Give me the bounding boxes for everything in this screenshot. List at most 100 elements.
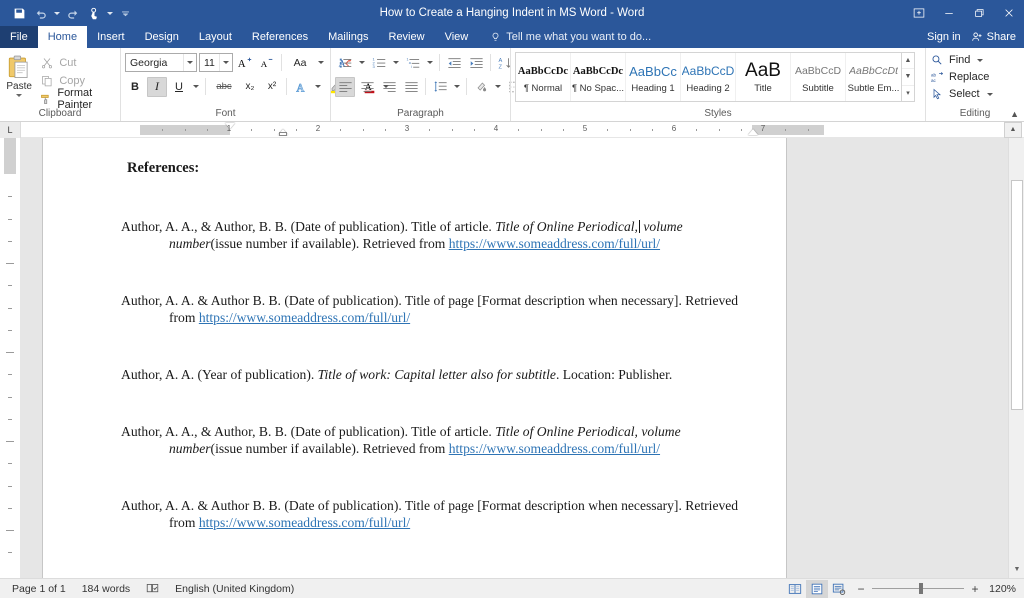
line-spacing-dropdown-icon[interactable] (452, 77, 462, 97)
ref5-link[interactable]: https://www.someaddress.com/full/url/ (199, 515, 410, 530)
word-count[interactable]: 184 words (74, 579, 138, 599)
scroll-down-arrow[interactable]: ▼ (1009, 561, 1024, 578)
page-indicator[interactable]: Page 1 of 1 (4, 579, 74, 599)
superscript-button[interactable]: x² (262, 77, 282, 97)
shading-dropdown-icon[interactable] (493, 77, 503, 97)
tab-home[interactable]: Home (37, 26, 88, 48)
style-normal[interactable]: AaBbCcDc ¶ Normal (516, 53, 571, 101)
tab-mailings[interactable]: Mailings (318, 26, 378, 48)
align-center-button[interactable] (357, 77, 377, 97)
vertical-scrollbar[interactable]: ▼ (1008, 138, 1024, 578)
text-effects-button[interactable]: A (291, 77, 311, 97)
text-effects-dropdown-icon[interactable] (313, 77, 323, 97)
customize-qat-icon[interactable] (114, 2, 136, 24)
scroll-up-arrow-top[interactable]: ▲ (1004, 121, 1022, 138)
select-button[interactable]: Select (930, 86, 995, 102)
tab-file[interactable]: File (0, 26, 38, 48)
format-painter-button[interactable]: Format Painter (36, 87, 116, 111)
undo-dropdown-icon[interactable] (52, 2, 61, 24)
strikethrough-button[interactable]: abc (210, 77, 238, 97)
share-button[interactable]: Share (971, 31, 1016, 43)
multilevel-list-dropdown-icon[interactable] (425, 53, 435, 73)
reference-entry-5[interactable]: Author, A. A. & Author B. B. (Date of pu… (121, 497, 742, 531)
style-title[interactable]: AaB Title (736, 53, 791, 101)
font-name-combo[interactable]: Georgia (125, 53, 197, 72)
align-right-button[interactable] (379, 77, 399, 97)
change-case-dropdown-icon[interactable] (316, 53, 326, 73)
find-dropdown-icon[interactable] (975, 53, 985, 67)
tab-design[interactable]: Design (135, 26, 189, 48)
vertical-scrollbar-thumb[interactable] (1011, 180, 1023, 410)
restore-button[interactable] (964, 0, 994, 26)
ref4-link[interactable]: https://www.someaddress.com/full/url/ (449, 441, 660, 456)
touch-mode-dropdown-icon[interactable] (105, 2, 114, 24)
style-heading-2[interactable]: AaBbCcD Heading 2 (681, 53, 736, 101)
reference-entry-4[interactable]: Author, A. A., & Author, B. B. (Date of … (121, 423, 742, 457)
tab-insert[interactable]: Insert (87, 26, 135, 48)
zoom-control[interactable]: − + (850, 582, 986, 596)
align-left-button[interactable] (335, 76, 355, 97)
save-icon[interactable] (8, 2, 30, 24)
zoom-level[interactable]: 120% (986, 583, 1020, 595)
zoom-out-button[interactable]: − (856, 582, 866, 596)
document-body[interactable]: References: Author, A. A., & Author, B. … (43, 138, 786, 531)
increase-indent-button[interactable] (466, 53, 486, 73)
bold-button[interactable]: B (125, 77, 145, 97)
numbering-button[interactable]: 123 (369, 53, 389, 73)
document-page[interactable]: References: Author, A. A., & Author, B. … (42, 138, 787, 578)
styles-more-icon[interactable]: ▾ (902, 86, 914, 101)
reference-entry-1[interactable]: Author, A. A., & Author, B. B. (Date of … (121, 218, 742, 252)
redo-icon[interactable] (61, 2, 83, 24)
italic-button[interactable]: I (147, 76, 167, 97)
ribbon-display-options-icon[interactable] (904, 0, 934, 26)
horizontal-ruler[interactable]: 1 2 3 4 5 6 7 (140, 123, 1004, 136)
right-indent-marker[interactable] (748, 129, 758, 135)
shrink-font-button[interactable]: A (257, 53, 277, 73)
collapse-ribbon-button[interactable]: ▲ (1010, 109, 1019, 119)
ref2-link[interactable]: https://www.someaddress.com/full/url/ (199, 310, 410, 325)
ref1-link[interactable]: https://www.someaddress.com/full/url/ (449, 236, 660, 251)
document-canvas[interactable]: References: Author, A. A., & Author, B. … (21, 138, 1008, 578)
justify-button[interactable] (401, 77, 421, 97)
cut-button[interactable]: Cut (36, 55, 116, 71)
change-case-button[interactable]: Aa (286, 53, 314, 73)
multilevel-list-button[interactable]: 1ai (403, 53, 423, 73)
proofing-status[interactable] (138, 579, 167, 599)
find-button[interactable]: Find (930, 52, 985, 68)
grow-font-button[interactable]: A (235, 53, 255, 73)
zoom-slider-track[interactable] (872, 583, 964, 594)
line-spacing-button[interactable] (430, 77, 450, 97)
font-size-dropdown-icon[interactable] (219, 54, 232, 71)
reference-entry-2[interactable]: Author, A. A. & Author B. B. (Date of pu… (121, 292, 742, 326)
undo-icon[interactable] (30, 2, 52, 24)
zoom-slider-thumb[interactable] (919, 583, 923, 594)
minimize-button[interactable] (934, 0, 964, 26)
language-indicator[interactable]: English (United Kingdom) (167, 579, 302, 599)
font-size-combo[interactable]: 11 (199, 53, 233, 72)
underline-button[interactable]: U (169, 77, 189, 97)
style-subtitle[interactable]: AaBbCcD Subtitle (791, 53, 846, 101)
touch-mode-icon[interactable] (83, 2, 105, 24)
paste-dropdown-icon[interactable] (16, 94, 23, 97)
tab-references[interactable]: References (242, 26, 318, 48)
left-indent-marker[interactable] (279, 132, 287, 136)
underline-dropdown-icon[interactable] (191, 77, 201, 97)
vertical-ruler[interactable] (0, 138, 21, 578)
close-button[interactable] (994, 0, 1024, 26)
styles-scroll-up-icon[interactable]: ▲ (902, 53, 914, 70)
numbering-dropdown-icon[interactable] (391, 53, 401, 73)
tell-me-search[interactable]: Tell me what you want to do... (478, 26, 651, 48)
zoom-in-button[interactable]: + (970, 582, 980, 596)
print-layout-button[interactable] (806, 579, 828, 598)
style-subtle-emphasis[interactable]: AaBbCcDt Subtle Em... (846, 53, 901, 101)
subscript-button[interactable]: x₂ (240, 77, 260, 97)
bullets-button[interactable] (335, 53, 355, 73)
style-heading-1[interactable]: AaBbCc Heading 1 (626, 53, 681, 101)
styles-scroll-down-icon[interactable]: ▼ (902, 69, 914, 86)
tab-stop-selector[interactable]: L (0, 121, 21, 138)
style-no-spacing[interactable]: AaBbCcDc ¶ No Spac... (571, 53, 626, 101)
bullets-dropdown-icon[interactable] (357, 53, 367, 73)
sign-in-link[interactable]: Sign in (927, 31, 961, 43)
paste-button[interactable]: Paste (4, 52, 34, 97)
decrease-indent-button[interactable] (444, 53, 464, 73)
